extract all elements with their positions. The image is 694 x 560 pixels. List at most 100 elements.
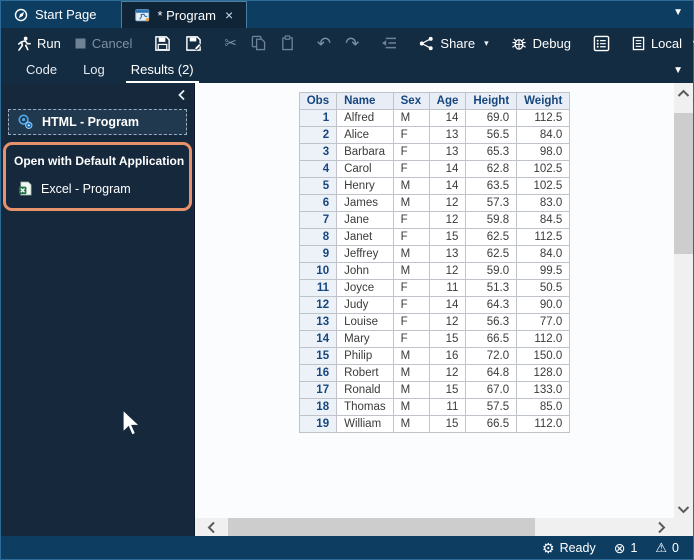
vertical-scrollbar-thumb[interactable] [674, 113, 693, 254]
tab-code[interactable]: Code [13, 59, 70, 83]
collapse-sidebar-icon[interactable] [177, 89, 186, 101]
data-cell: 56.3 [465, 313, 518, 331]
obs-cell: 16 [298, 364, 338, 382]
data-cell: 14 [428, 109, 467, 127]
status-text: Ready [559, 540, 596, 555]
table-row: 5 Henry M 14 63.5 102.5 [298, 177, 571, 195]
data-cell: F [392, 228, 430, 246]
obs-cell: 17 [298, 381, 338, 399]
data-cell: Carol [336, 160, 394, 178]
cut-button[interactable]: ✂ [217, 33, 244, 54]
result-item-html-program[interactable]: HTML - Program [8, 109, 187, 135]
cancel-button[interactable]: Cancel [68, 33, 139, 54]
start-page-icon [14, 8, 28, 22]
server-label: Local [650, 35, 683, 51]
tab-log[interactable]: Log [70, 59, 118, 83]
data-cell: 67.0 [465, 381, 518, 399]
warning-counter[interactable]: ⚠ 0 [655, 541, 679, 555]
obs-cell: 15 [298, 347, 338, 365]
tab-label: Start Page [35, 7, 97, 22]
data-cell: Joyce [336, 279, 394, 297]
data-cell: 56.5 [465, 126, 518, 144]
stop-icon [75, 38, 86, 49]
main-area: HTML - Program Open with Default Applica… [1, 83, 693, 536]
data-cell: 112.0 [516, 330, 571, 348]
data-cell: M [392, 415, 430, 433]
data-cell: 14 [428, 296, 467, 314]
obs-cell: 1 [298, 109, 338, 127]
undo-button[interactable]: ↶ [310, 32, 338, 55]
mouse-cursor-icon [120, 409, 142, 439]
data-cell: 133.0 [516, 381, 571, 399]
scroll-down-icon[interactable] [677, 505, 690, 514]
toolbar: Run Cancel ✂ ↶ ↷ Share ▾ Debug Local [1, 28, 694, 58]
tab-results[interactable]: Results (2) [118, 59, 207, 83]
column-header: Weight [516, 92, 571, 110]
share-button[interactable]: Share ▾ [412, 33, 495, 54]
debug-button[interactable]: Debug [504, 33, 578, 54]
html-results-view: Obs Name Sex Age Height Weight 1 Alfred M 14 69.0… [195, 83, 674, 518]
table-row: 4 Carol F 14 62.8 102.5 [298, 160, 571, 178]
table-row: 10 John M 12 59.0 99.5 [298, 262, 571, 280]
format-code-button[interactable] [374, 33, 404, 53]
cancel-label: Cancel [91, 35, 133, 51]
data-cell: F [392, 143, 430, 161]
data-cell: 112.5 [516, 109, 571, 127]
scroll-left-icon[interactable] [207, 521, 216, 534]
submission-status-icon [593, 35, 610, 52]
table-row: 6 James M 12 57.3 83.0 [298, 194, 571, 212]
scroll-right-icon[interactable] [657, 521, 666, 534]
data-cell: Thomas [336, 398, 394, 416]
data-cell: 62.5 [465, 245, 518, 263]
data-cell: 66.5 [465, 330, 518, 348]
data-cell: F [392, 296, 430, 314]
results-table: Obs Name Sex Age Height Weight 1 Alfred M 14 69.0… [298, 92, 571, 433]
run-button[interactable]: Run [9, 33, 68, 54]
save-button[interactable] [147, 32, 178, 55]
redo-button[interactable]: ↷ [338, 32, 366, 55]
tab-start-page[interactable]: Start Page [1, 1, 109, 28]
data-cell: 77.0 [516, 313, 571, 331]
horizontal-scrollbar[interactable] [195, 518, 674, 536]
data-cell: Mary [336, 330, 394, 348]
bug-icon [511, 36, 527, 51]
share-icon [419, 36, 434, 51]
scroll-up-icon[interactable] [677, 89, 690, 98]
data-cell: 12 [428, 211, 467, 229]
result-item-label: HTML - Program [42, 115, 139, 129]
data-cell: 12 [428, 313, 467, 331]
data-cell: M [392, 262, 430, 280]
data-cell: M [392, 347, 430, 365]
data-cell: 50.5 [516, 279, 571, 297]
data-cell: 64.8 [465, 364, 518, 382]
data-cell: 65.3 [465, 143, 518, 161]
horizontal-scrollbar-thumb[interactable] [228, 518, 535, 536]
data-cell: 14 [428, 160, 467, 178]
copy-icon [251, 35, 266, 51]
data-cell: 128.0 [516, 364, 571, 382]
tab-list-dropdown-icon[interactable]: ▼ [673, 7, 683, 18]
close-icon[interactable]: × [225, 7, 233, 23]
table-row: 15 Philip M 16 72.0 150.0 [298, 347, 571, 365]
result-item-excel-program[interactable]: Excel - Program [14, 181, 181, 196]
table-row: 2 Alice F 13 56.5 84.0 [298, 126, 571, 144]
data-cell: M [392, 194, 430, 212]
obs-cell: 7 [298, 211, 338, 229]
vertical-scrollbar[interactable] [674, 83, 693, 518]
data-cell: 13 [428, 245, 467, 263]
paste-button[interactable] [273, 32, 302, 54]
tabs-dropdown-icon[interactable]: ▼ [673, 65, 683, 76]
error-counter[interactable]: ⊗ 1 [614, 541, 638, 555]
data-cell: 85.0 [516, 398, 571, 416]
obs-cell: 6 [298, 194, 338, 212]
submission-status-button[interactable] [586, 32, 617, 55]
data-cell: 150.0 [516, 347, 571, 365]
server-selector[interactable]: Local ▼ [625, 33, 694, 54]
html-result-icon [17, 114, 34, 130]
tab-program[interactable]: * Program × [121, 1, 248, 28]
column-header: Obs [298, 92, 338, 110]
save-as-button[interactable] [178, 32, 209, 55]
status-bar: ⚙ Ready ⊗ 1 ⚠ 0 [1, 536, 693, 559]
excel-icon [18, 181, 32, 196]
copy-button[interactable] [244, 32, 273, 54]
